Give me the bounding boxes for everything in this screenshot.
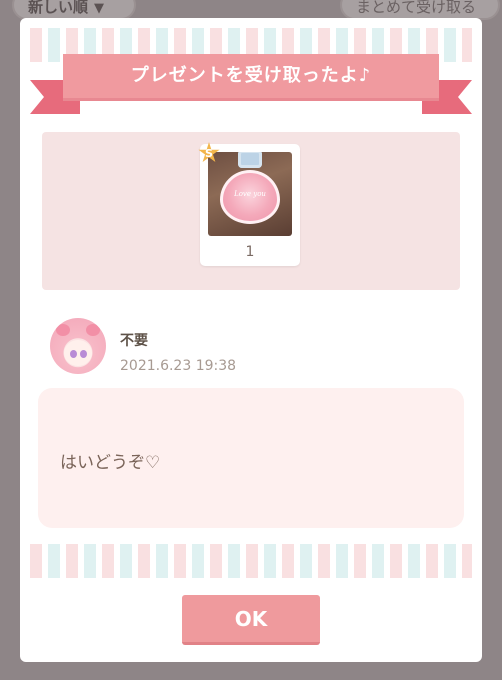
gift-panel: Love you S 1 [42,132,460,290]
dialog-title: プレゼントを受け取ったよ♪ [130,65,372,86]
thumbnail-caption: Love you [234,190,266,198]
avatar-eye-right [80,350,87,358]
collect-all-button[interactable]: まとめて受け取る [340,0,500,20]
message-text: はいどうぞ♡ [60,453,161,473]
sender-avatar [50,318,106,374]
item-quantity: 1 [245,244,255,260]
avatar-eye-left [70,350,77,358]
chevron-down-icon: ▼ [94,1,105,16]
heart-icon: Love you [220,170,280,224]
avatar-face [64,340,92,366]
ribbon-bow-icon [238,152,262,168]
collect-all-label: まとめて受け取る [356,0,477,16]
message-box: はいどうぞ♡ [38,388,464,528]
sort-dropdown[interactable]: 新しい順 ▼ [12,0,136,20]
gift-item-thumbnail: Love you [208,152,292,236]
sender-name: 不要 [120,333,148,349]
dialog-title-banner: プレゼントを受け取ったよ♪ [63,54,439,101]
hair-bow-left [56,324,70,336]
sent-timestamp: 2021.6.23 19:38 [120,358,237,374]
gift-item-card[interactable]: Love you S 1 [198,142,300,266]
hair-bow-right [86,324,100,336]
bottom-stripe-decoration [30,544,472,578]
ok-button[interactable]: OK [182,595,320,645]
ok-label: OK [234,607,268,631]
present-received-dialog: プレゼントを受け取ったよ♪ Love you S 1 不要 2021.6.23 … [20,18,482,662]
sort-label: 新しい順 [28,0,89,16]
